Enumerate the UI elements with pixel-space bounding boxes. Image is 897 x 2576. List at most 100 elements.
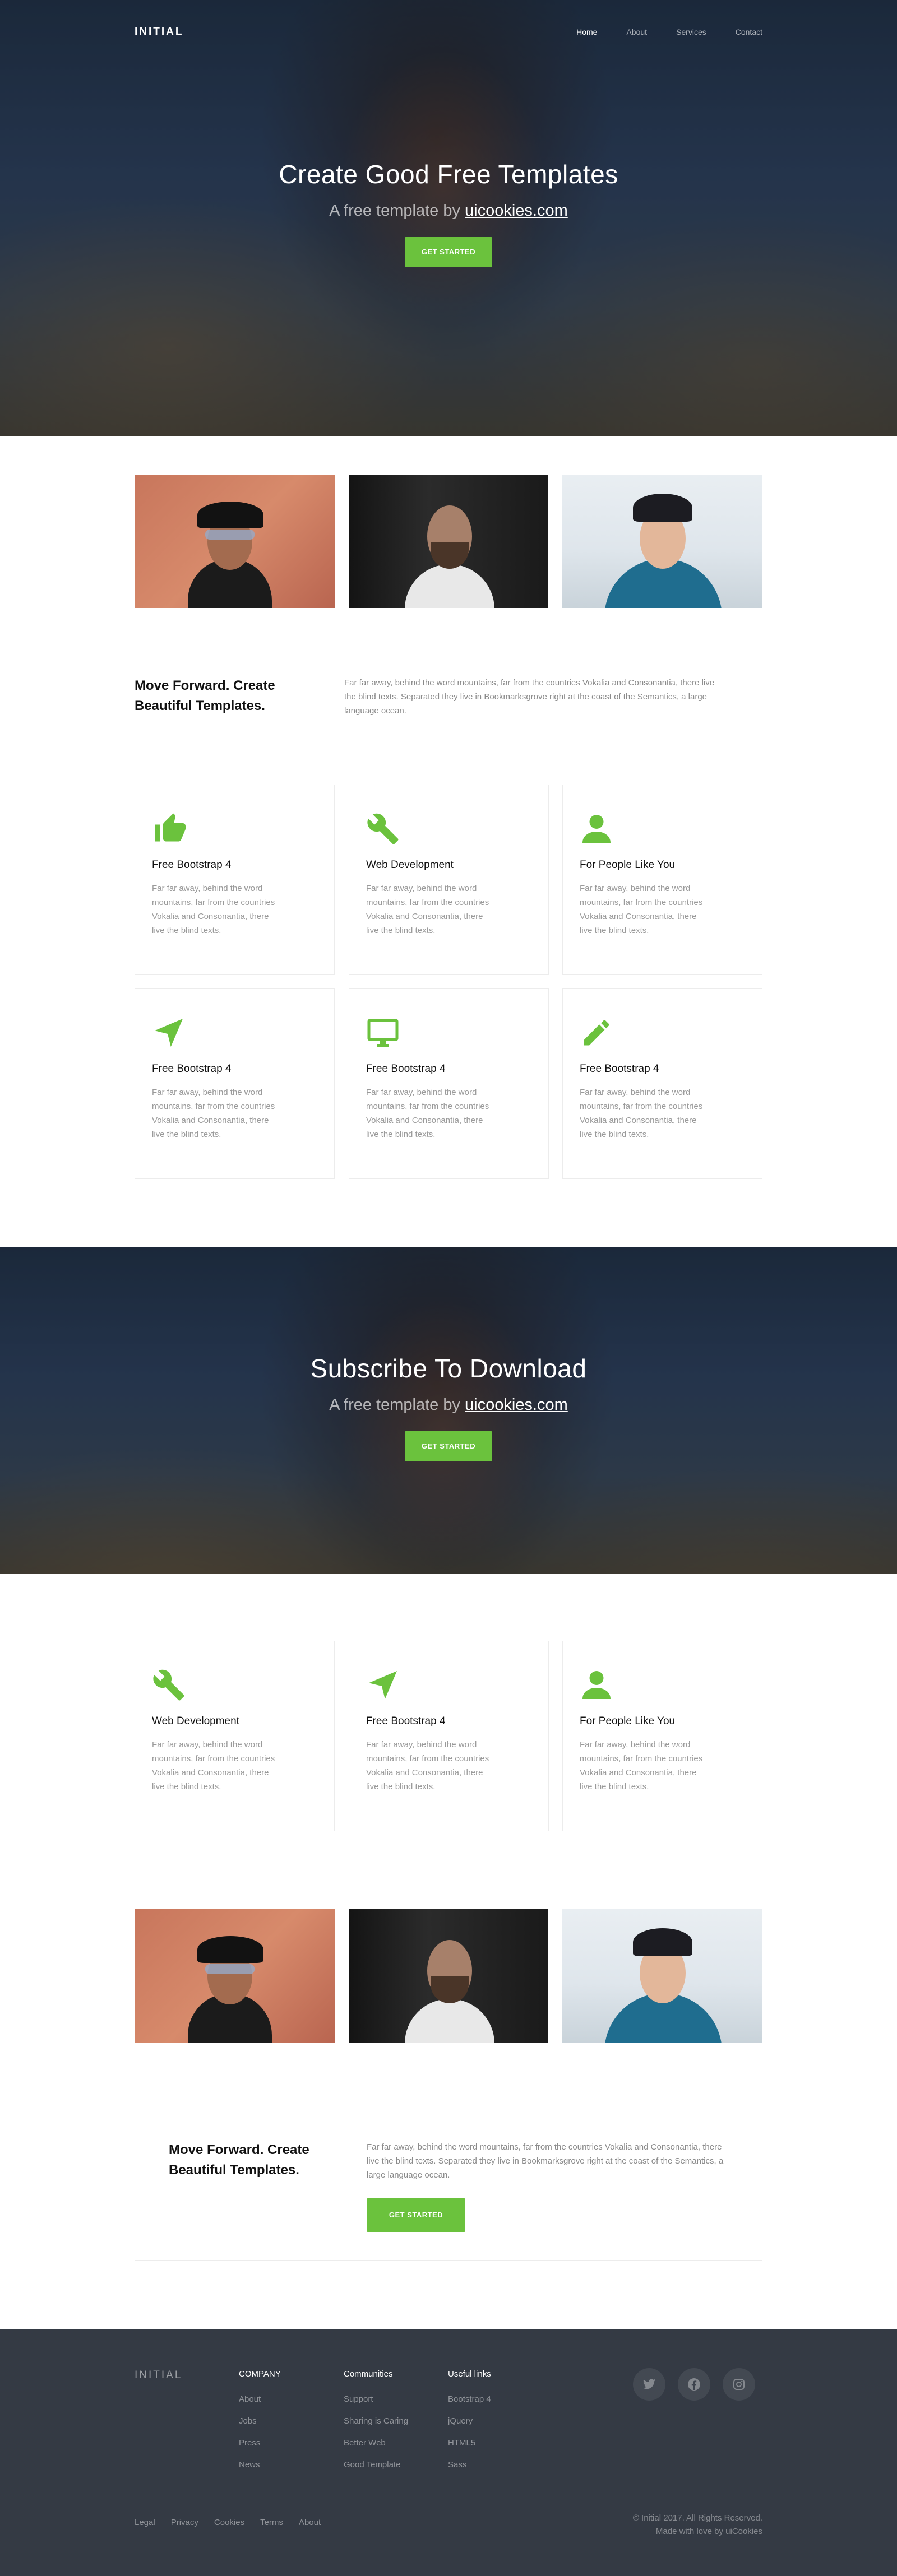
monitor-icon xyxy=(367,1019,399,1047)
feature-text: Far far away, behind the word mountains,… xyxy=(366,1088,489,1139)
footer-bottom-links: Legal Privacy Cookies Terms About xyxy=(135,2518,321,2527)
person-photo xyxy=(348,1909,549,2043)
footer-column-company: COMPANY About Jobs Press News xyxy=(239,2369,281,2482)
subscribe-subtitle-link[interactable]: uicookies.com xyxy=(465,1396,568,1414)
navigation-arrow-icon xyxy=(369,1671,397,1699)
subscribe-content: Subscribe To Download A free template by… xyxy=(0,1353,897,1461)
nav-home[interactable]: Home xyxy=(576,27,597,36)
footer-link[interactable]: Good Template xyxy=(344,2460,408,2471)
person-photo xyxy=(562,475,763,608)
feature-card: For People Like You Far far away, behind… xyxy=(562,1641,762,1831)
credit-text: Made with love by uiCookies xyxy=(655,2527,762,2536)
subscribe-title: Subscribe To Download xyxy=(310,1354,587,1383)
cta-get-started-button[interactable]: GET STARTED xyxy=(367,2198,465,2232)
footer-link[interactable]: Support xyxy=(344,2394,408,2405)
feature-card: Free Bootstrap 4 Far far away, behind th… xyxy=(562,988,762,1179)
top-navbar: INITIAL Home About Services Contact xyxy=(135,24,762,40)
footer-column-heading: Useful links xyxy=(448,2369,491,2379)
social-links xyxy=(633,2368,755,2401)
wrench-icon xyxy=(367,813,399,844)
intro-title: Move Forward. Create Beautiful Templates… xyxy=(135,678,275,713)
feature-title: Web Development xyxy=(366,859,454,871)
main-menu: Home About Services Contact xyxy=(547,27,762,36)
footer-column-heading: COMPANY xyxy=(239,2369,281,2379)
footer-column-useful-links: Useful links Bootstrap 4 jQuery HTML5 Sa… xyxy=(448,2369,491,2482)
feature-title: Free Bootstrap 4 xyxy=(366,1063,446,1075)
hero-subtitle: A free template by uicookies.com xyxy=(0,202,897,220)
person-photo xyxy=(135,1909,335,2043)
hero-content: Create Good Free Templates A free templa… xyxy=(0,159,897,267)
hero-title: Create Good Free Templates xyxy=(279,160,618,189)
hero-subtitle-link[interactable]: uicookies.com xyxy=(465,202,568,220)
feature-title: For People Like You xyxy=(580,1715,676,1727)
footer-column-heading: Communities xyxy=(344,2369,393,2379)
feature-text: Far far away, behind the word mountains,… xyxy=(366,1740,489,1791)
wrench-icon xyxy=(153,1669,184,1701)
footer-link[interactable]: Better Web xyxy=(344,2438,408,2449)
footer-bottom-link[interactable]: Legal xyxy=(135,2518,155,2527)
page: INITIAL Home About Services Contact Crea… xyxy=(0,0,897,2576)
intro-text: Far far away, behind the word mountains,… xyxy=(344,678,715,716)
footer-bottom-link[interactable]: About xyxy=(299,2518,321,2527)
feature-text: Far far away, behind the word mountains,… xyxy=(580,1088,703,1139)
subscribe-section: Subscribe To Download A free template by… xyxy=(0,1247,897,1574)
feature-text: Far far away, behind the word mountains,… xyxy=(152,1740,275,1791)
subscribe-get-started-button[interactable]: GET STARTED xyxy=(404,1431,493,1461)
footer-bottom-link[interactable]: Cookies xyxy=(214,2518,244,2527)
twitter-icon[interactable] xyxy=(633,2368,665,2401)
footer-link[interactable]: Jobs xyxy=(239,2416,281,2427)
feature-text: Far far away, behind the word mountains,… xyxy=(152,1088,275,1139)
cta-title: Move Forward. Create Beautiful Templates… xyxy=(169,2142,309,2178)
facebook-icon[interactable] xyxy=(678,2368,710,2401)
person-photo xyxy=(348,475,549,608)
hero-subtitle-text: A free template by xyxy=(329,202,465,220)
feature-card: Free Bootstrap 4 Far far away, behind th… xyxy=(135,785,335,975)
footer-link[interactable]: HTML5 xyxy=(448,2438,491,2449)
user-icon xyxy=(582,1671,611,1699)
footer-column-communities: Communities Support Sharing is Caring Be… xyxy=(344,2369,408,2482)
footer-link[interactable]: jQuery xyxy=(448,2416,491,2427)
footer-link[interactable]: Press xyxy=(239,2438,281,2449)
thumbs-up-icon xyxy=(155,813,186,842)
footer-link[interactable]: About xyxy=(239,2394,281,2405)
footer: INITIAL COMPANY About Jobs Press News Co… xyxy=(0,2329,897,2576)
people-gallery xyxy=(135,475,763,608)
feature-card: Free Bootstrap 4 Far far away, behind th… xyxy=(349,1641,549,1831)
logo[interactable]: INITIAL xyxy=(135,26,184,38)
footer-bottom-link[interactable]: Privacy xyxy=(171,2518,198,2527)
footer-link[interactable]: Sharing is Caring xyxy=(344,2416,408,2427)
feature-card: Free Bootstrap 4 Far far away, behind th… xyxy=(135,988,335,1179)
person-photo xyxy=(562,1909,763,2043)
feature-card: Web Development Far far away, behind the… xyxy=(135,1641,335,1831)
feature-title: Web Development xyxy=(152,1715,239,1727)
feature-text: Far far away, behind the word mountains,… xyxy=(580,1740,703,1791)
nav-services[interactable]: Services xyxy=(676,27,706,36)
footer-link[interactable]: Bootstrap 4 xyxy=(448,2394,491,2405)
instagram-icon[interactable] xyxy=(723,2368,755,2401)
cta-box: Move Forward. Create Beautiful Templates… xyxy=(135,2113,762,2261)
feature-title: Free Bootstrap 4 xyxy=(152,859,232,871)
user-icon xyxy=(582,815,611,843)
hero-get-started-button[interactable]: GET STARTED xyxy=(404,237,493,267)
feature-title: Free Bootstrap 4 xyxy=(152,1063,232,1075)
feature-title: Free Bootstrap 4 xyxy=(366,1715,446,1727)
nav-contact[interactable]: Contact xyxy=(736,27,762,36)
hero-section: INITIAL Home About Services Contact Crea… xyxy=(0,0,897,436)
copyright: © Initial 2017. All Rights Reserved. Mad… xyxy=(633,2512,762,2538)
footer-bottom-link[interactable]: Terms xyxy=(260,2518,283,2527)
footer-link[interactable]: Sass xyxy=(448,2460,491,2471)
subscribe-subtitle: A free template by uicookies.com xyxy=(0,1396,897,1414)
navigation-arrow-icon xyxy=(155,1019,183,1047)
feature-card: For People Like You Far far away, behind… xyxy=(562,785,762,975)
feature-title: For People Like You xyxy=(580,859,676,871)
nav-about[interactable]: About xyxy=(626,27,647,36)
feature-title: Free Bootstrap 4 xyxy=(580,1063,659,1075)
footer-logo[interactable]: INITIAL xyxy=(135,2369,182,2382)
footer-link[interactable]: News xyxy=(239,2460,281,2471)
cta-text: Far far away, behind the word mountains,… xyxy=(367,2142,724,2180)
copyright-text: © Initial 2017. All Rights Reserved. xyxy=(632,2513,762,2523)
subscribe-subtitle-text: A free template by xyxy=(329,1396,465,1414)
feature-text: Far far away, behind the word mountains,… xyxy=(580,884,703,935)
feature-card: Web Development Far far away, behind the… xyxy=(349,785,549,975)
feature-card: Free Bootstrap 4 Far far away, behind th… xyxy=(349,988,549,1179)
